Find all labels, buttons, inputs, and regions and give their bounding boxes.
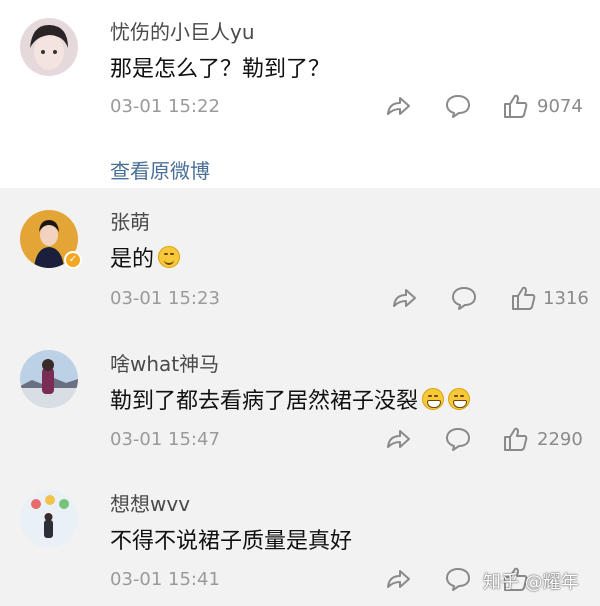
like-icon[interactable] xyxy=(510,284,538,312)
grin-emoji xyxy=(448,388,471,410)
avatar[interactable] xyxy=(20,18,78,76)
comment-text: 那是怎么了？勒到了？ xyxy=(110,51,330,83)
comment-text: 不得不说裙子质量是真好 xyxy=(110,523,352,555)
share-icon[interactable] xyxy=(384,92,412,120)
comment-icon[interactable] xyxy=(444,92,472,120)
comment-text-content: 勒到了都去看病了居然裙子没裂 xyxy=(110,389,419,414)
comment-icon[interactable] xyxy=(444,425,472,453)
smirk-emoji xyxy=(158,246,181,268)
comment-time: 03-01 15:47 xyxy=(110,429,220,450)
share-icon[interactable] xyxy=(390,284,418,312)
username[interactable]: 想想wvv xyxy=(110,488,190,517)
comment-item: 张萌 是的 03-01 15:23 1316 xyxy=(0,188,600,328)
comment-text-content: 是的 xyxy=(110,247,155,272)
comment-icon[interactable] xyxy=(450,284,478,312)
comment-time: 03-01 15:41 xyxy=(110,569,220,590)
like-count: 2290 xyxy=(537,429,583,450)
comment-time: 03-01 15:22 xyxy=(110,96,220,117)
avatar[interactable] xyxy=(20,490,78,548)
comment-text: 勒到了都去看病了居然裙子没裂 xyxy=(110,383,471,415)
like-icon[interactable] xyxy=(502,425,530,453)
comment-time: 03-01 15:23 xyxy=(110,288,220,309)
comment-text-content: 不得不说裙子质量是真好 xyxy=(110,529,353,554)
username[interactable]: 忧伤的小巨人yu xyxy=(110,16,255,45)
comment-text: 是的 xyxy=(110,241,181,273)
comment-text-content: 那是怎么了？勒到了？ xyxy=(110,57,331,82)
grin-emoji xyxy=(422,388,445,410)
share-icon[interactable] xyxy=(384,565,412,593)
comment-icon[interactable] xyxy=(444,565,472,593)
like-count: 1316 xyxy=(543,288,589,309)
verified-badge-icon: ✓ xyxy=(64,251,82,269)
username[interactable]: 啥what神马 xyxy=(110,348,219,377)
username[interactable]: 张萌 xyxy=(110,206,150,235)
comment-item: 啥what神马 勒到了都去看病了居然裙子没裂 03-01 15:47 2290 xyxy=(0,328,600,470)
view-original-link[interactable]: 查看原微博 xyxy=(110,155,210,184)
avatar[interactable] xyxy=(20,350,78,408)
share-icon[interactable] xyxy=(384,425,412,453)
like-icon[interactable] xyxy=(502,92,530,120)
comment-item: 忧伤的小巨人yu 那是怎么了？勒到了？ 03-01 15:22 9074 查看原… xyxy=(0,0,600,188)
like-count: 9074 xyxy=(537,96,583,117)
watermark: 知乎 @耀年 xyxy=(483,572,579,593)
